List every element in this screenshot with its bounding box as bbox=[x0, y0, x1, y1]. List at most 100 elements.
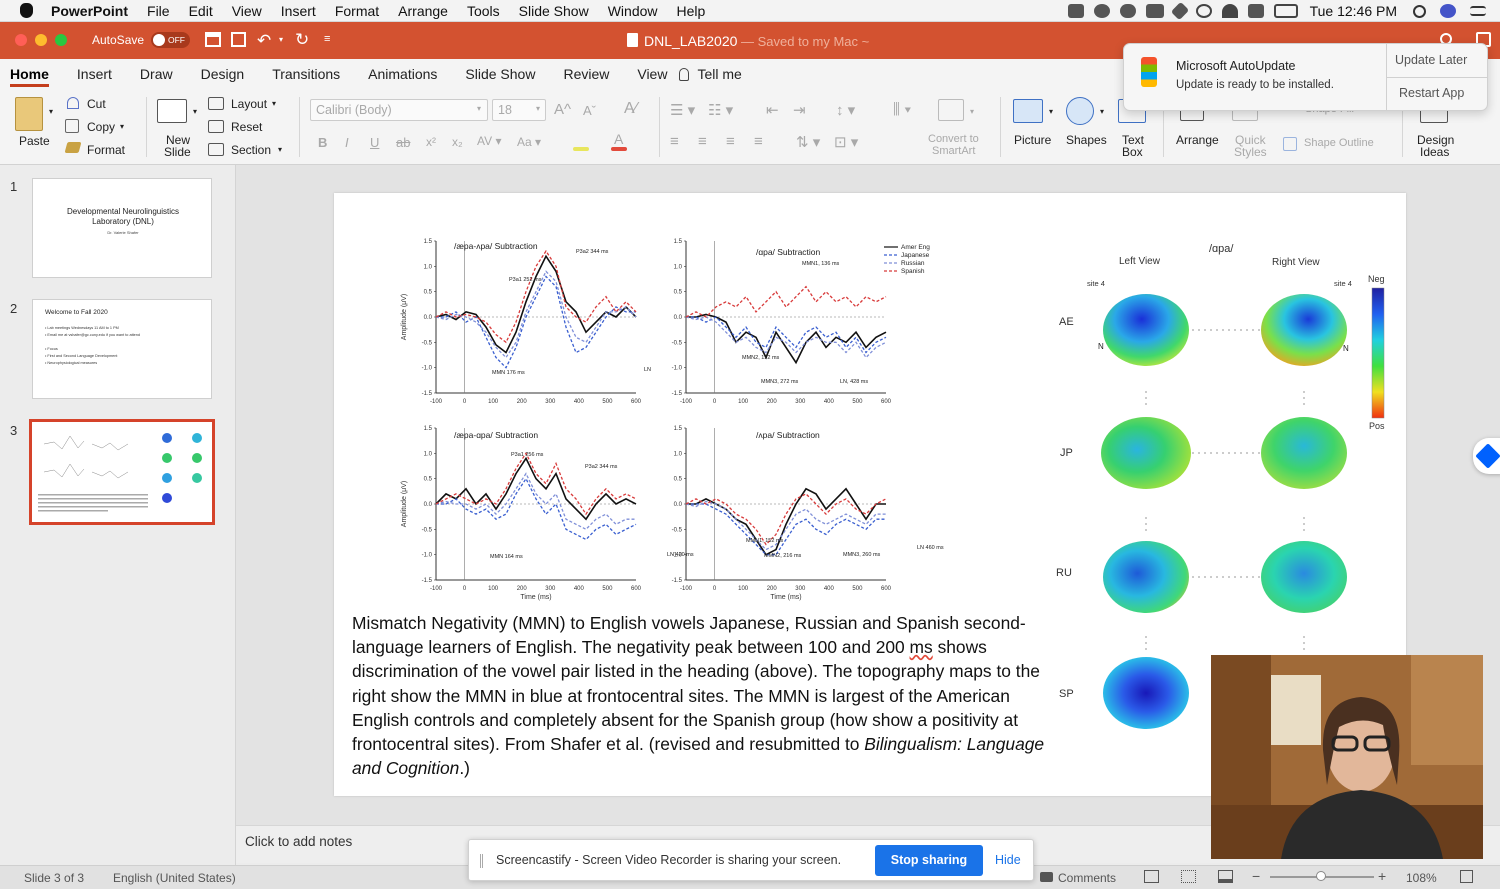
menu-app-name[interactable]: PowerPoint bbox=[51, 3, 128, 19]
section-dropdown-icon[interactable]: ▾ bbox=[278, 145, 282, 154]
decrease-font-size-icon[interactable]: Aˇ bbox=[583, 103, 596, 118]
zoom-window-button[interactable] bbox=[55, 34, 67, 46]
new-slide-icon[interactable] bbox=[157, 99, 187, 123]
volume-icon[interactable] bbox=[1247, 4, 1264, 18]
customize-toolbar-icon[interactable]: ≡ bbox=[324, 33, 330, 45]
arrange-button-label[interactable]: Arrange bbox=[1176, 133, 1219, 147]
tell-me-search[interactable]: Tell me bbox=[697, 66, 741, 82]
highlight-color-icon[interactable] bbox=[573, 147, 589, 151]
increase-font-size-icon[interactable]: A^ bbox=[554, 101, 571, 118]
picture-icon[interactable] bbox=[1013, 99, 1043, 123]
layout-dropdown-icon[interactable]: ▾ bbox=[272, 99, 276, 108]
columns-icon[interactable]: ⫼ ▾ bbox=[893, 101, 911, 118]
globe-icon[interactable] bbox=[1093, 4, 1110, 18]
picture-dropdown-icon[interactable]: ▾ bbox=[1049, 107, 1053, 116]
tab-home[interactable]: Home bbox=[10, 66, 49, 87]
erp-charts[interactable]: -100 0 100 200 300 400 500 600 1.5 1.0 0.5 0.0 -0.5 -… bbox=[394, 223, 994, 633]
drag-handle-icon[interactable] bbox=[480, 854, 483, 868]
autoupdate-notification[interactable]: Microsoft AutoUpdate Update is ready to … bbox=[1123, 43, 1488, 111]
cloud-icon[interactable] bbox=[1119, 4, 1136, 18]
copy-button[interactable]: Copy bbox=[87, 120, 115, 134]
picture-button-label[interactable]: Picture bbox=[1014, 133, 1051, 147]
slide-sorter-icon[interactable] bbox=[1181, 870, 1196, 883]
slide-caption[interactable]: Mismatch Negativity (MMN) to English vow… bbox=[352, 611, 1062, 780]
hide-button[interactable]: Hide bbox=[995, 853, 1021, 867]
menu-format[interactable]: Format bbox=[335, 3, 379, 19]
align-left-icon[interactable]: ≡ bbox=[670, 133, 679, 150]
character-spacing-icon[interactable]: AV ▾ bbox=[477, 134, 501, 148]
update-later-button[interactable]: Update Later bbox=[1395, 53, 1467, 67]
strikethrough-icon[interactable]: ab bbox=[396, 135, 410, 150]
shapes-icon[interactable] bbox=[1066, 97, 1094, 125]
comments-icon[interactable] bbox=[1040, 872, 1053, 882]
spotlight-search-icon[interactable] bbox=[1413, 4, 1426, 18]
section-button[interactable]: Section bbox=[231, 143, 271, 157]
language-indicator[interactable]: English (United States) bbox=[113, 871, 236, 885]
dropbox-edge-badge[interactable] bbox=[1473, 438, 1500, 474]
normal-view-icon[interactable] bbox=[1144, 870, 1159, 883]
clear-formatting-icon[interactable]: A⁄ bbox=[624, 100, 637, 118]
line-spacing-icon[interactable]: ↕ ▾ bbox=[836, 101, 855, 119]
slide-thumbnail-2[interactable]: Welcome to Fall 2020 • Lab meetings Wedn… bbox=[32, 299, 212, 399]
slide-thumbnail-1[interactable]: Developmental Neurolinguistics Laborator… bbox=[32, 178, 212, 278]
convert-smartart-dropdown-icon[interactable]: ▾ bbox=[970, 107, 974, 116]
tab-insert[interactable]: Insert bbox=[77, 66, 112, 82]
tab-slide-show[interactable]: Slide Show bbox=[465, 66, 535, 82]
reset-button[interactable]: Reset bbox=[231, 120, 262, 134]
italic-icon[interactable]: I bbox=[345, 135, 349, 150]
decrease-indent-icon[interactable]: ⇤ bbox=[766, 101, 779, 119]
slide-thumbnail-3-selected[interactable] bbox=[29, 419, 215, 525]
align-text-icon[interactable]: ⊡ ▾ bbox=[834, 133, 858, 151]
time-machine-icon[interactable] bbox=[1195, 4, 1212, 18]
menu-window[interactable]: Window bbox=[608, 3, 658, 19]
restart-app-button[interactable]: Restart App bbox=[1399, 86, 1464, 100]
home-icon[interactable] bbox=[205, 32, 221, 47]
zoom-slider-thumb[interactable] bbox=[1316, 871, 1326, 881]
zoom-out-button[interactable]: − bbox=[1252, 868, 1260, 884]
justify-icon[interactable]: ≡ bbox=[754, 133, 763, 150]
menubar-clock[interactable]: Tue 12:46 PM bbox=[1310, 3, 1397, 19]
siri-icon[interactable] bbox=[1440, 4, 1456, 18]
apple-icon[interactable] bbox=[20, 3, 33, 18]
copy-dropdown-icon[interactable]: ▾ bbox=[120, 122, 124, 131]
save-icon[interactable] bbox=[231, 32, 246, 47]
minimize-window-button[interactable] bbox=[35, 34, 47, 46]
tab-design[interactable]: Design bbox=[201, 66, 245, 82]
convert-smartart-label-line1[interactable]: Convert to bbox=[928, 133, 979, 145]
new-slide-label-line2[interactable]: Slide bbox=[164, 145, 191, 159]
comments-button[interactable]: Comments bbox=[1058, 871, 1116, 885]
tab-review[interactable]: Review bbox=[563, 66, 609, 82]
shapes-button-label[interactable]: Shapes bbox=[1066, 133, 1107, 147]
quick-styles-label-line2[interactable]: Styles bbox=[1234, 145, 1267, 159]
menu-arrange[interactable]: Arrange bbox=[398, 3, 448, 19]
undo-dropdown-icon[interactable]: ▾ bbox=[279, 35, 283, 44]
cut-button[interactable]: Cut bbox=[87, 97, 106, 111]
undo-icon[interactable]: ↶ bbox=[257, 31, 271, 51]
align-center-icon[interactable]: ≡ bbox=[698, 133, 707, 150]
notification-center-icon[interactable] bbox=[1470, 6, 1486, 16]
fit-to-window-icon[interactable] bbox=[1460, 870, 1473, 883]
location-icon[interactable] bbox=[1170, 1, 1189, 21]
zoom-level[interactable]: 108% bbox=[1406, 871, 1437, 885]
layout-button[interactable]: Layout bbox=[231, 97, 267, 111]
menu-help[interactable]: Help bbox=[677, 3, 706, 19]
menu-tools[interactable]: Tools bbox=[467, 3, 500, 19]
convert-smartart-label-line2[interactable]: SmartArt bbox=[932, 145, 975, 157]
textbox-label-line2[interactable]: Box bbox=[1122, 145, 1143, 159]
camera-icon[interactable] bbox=[1067, 4, 1084, 18]
tab-draw[interactable]: Draw bbox=[140, 66, 173, 82]
menu-view[interactable]: View bbox=[232, 3, 262, 19]
zoom-in-button[interactable]: + bbox=[1378, 868, 1386, 884]
wifi-icon[interactable] bbox=[1221, 4, 1238, 18]
screencastify-sharing-bar[interactable]: Screencastify - Screen Video Recorder is… bbox=[468, 839, 1034, 881]
tab-transitions[interactable]: Transitions bbox=[272, 66, 340, 82]
format-painter-button[interactable]: Format bbox=[87, 143, 125, 157]
shape-outline-button[interactable]: Shape Outline bbox=[1304, 137, 1374, 149]
bold-icon[interactable]: B bbox=[318, 135, 327, 150]
convert-to-smartart-icon[interactable] bbox=[938, 99, 964, 121]
new-slide-dropdown-icon[interactable]: ▾ bbox=[193, 107, 197, 116]
paste-button-label[interactable]: Paste bbox=[19, 134, 50, 148]
menu-edit[interactable]: Edit bbox=[189, 3, 213, 19]
underline-icon[interactable]: U bbox=[370, 135, 379, 150]
close-window-button[interactable] bbox=[15, 34, 27, 46]
